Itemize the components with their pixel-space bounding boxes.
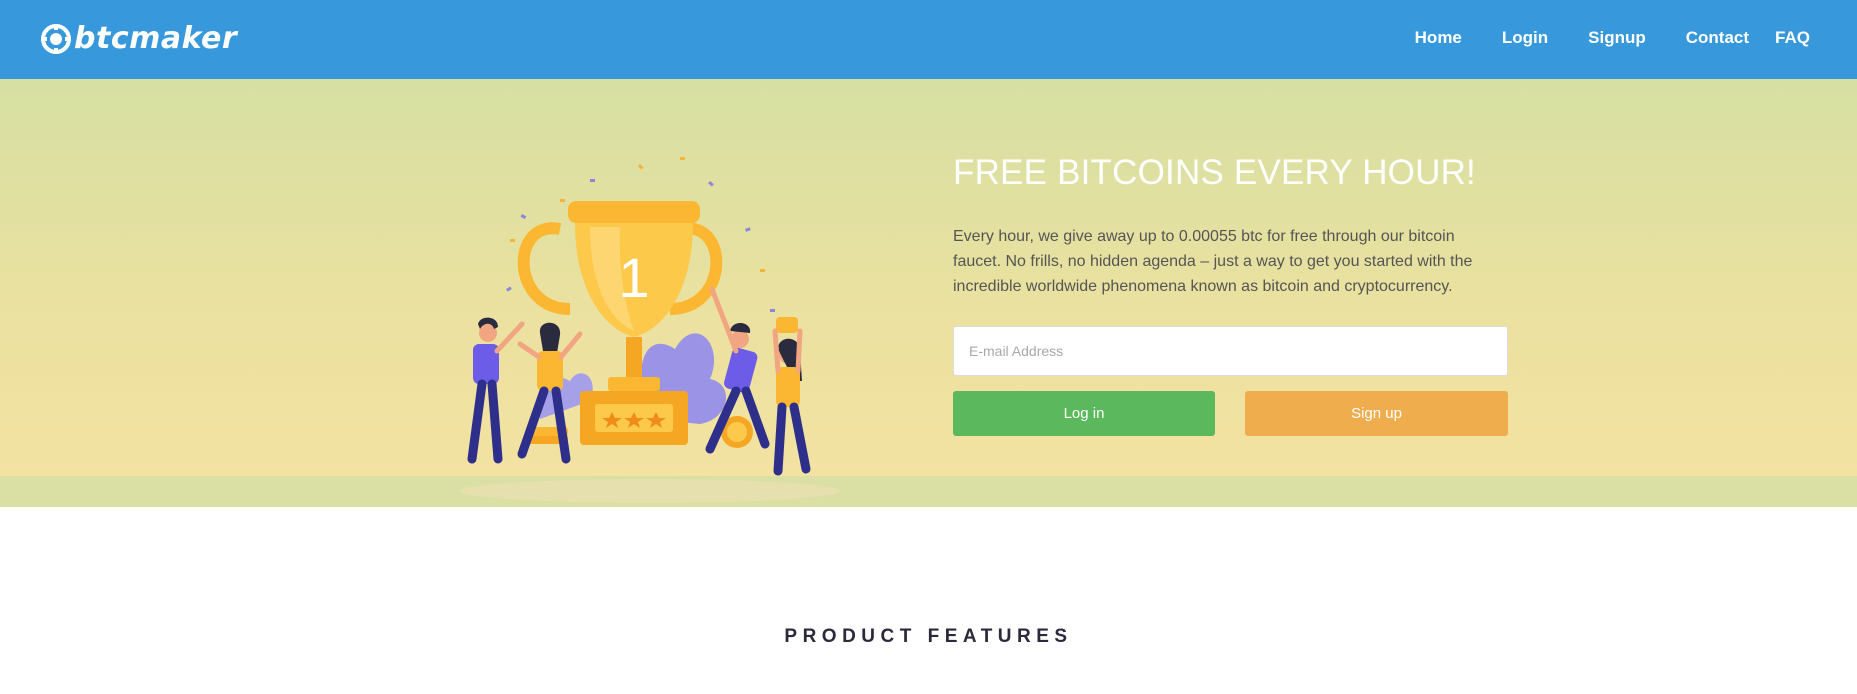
bitcoin-gear-icon	[41, 24, 71, 54]
nav-faq[interactable]: FAQ	[1775, 27, 1810, 49]
nav-signup[interactable]: Signup	[1588, 27, 1646, 49]
hero-section: 1 FREE BITCOINS EVERY HOUR! Every hour, …	[0, 79, 1857, 507]
brand-name: btcmaker	[74, 21, 238, 56]
trophy-number: 1	[618, 246, 649, 309]
nav-login[interactable]: Login	[1502, 27, 1548, 49]
signup-button[interactable]: Sign up	[1245, 391, 1508, 436]
top-navigation-bar: btcmaker Home Login Signup Contact FAQ	[0, 0, 1857, 79]
product-features-heading: PRODUCT FEATURES	[784, 626, 1073, 647]
nav-home[interactable]: Home	[1415, 27, 1462, 49]
hero-title: FREE BITCOINS EVERY HOUR!	[953, 153, 1476, 192]
nav-contact[interactable]: Contact	[1686, 27, 1749, 49]
trophy-celebration-illustration: 1	[460, 157, 840, 503]
brand-logo[interactable]: btcmaker	[41, 20, 237, 58]
login-button[interactable]: Log in	[953, 391, 1215, 436]
main-nav: Home Login Signup Contact FAQ	[1375, 27, 1810, 49]
email-input[interactable]	[953, 326, 1508, 376]
hero-description: Every hour, we give away up to 0.00055 b…	[953, 228, 1473, 295]
hero-ground-strip	[0, 476, 1857, 507]
